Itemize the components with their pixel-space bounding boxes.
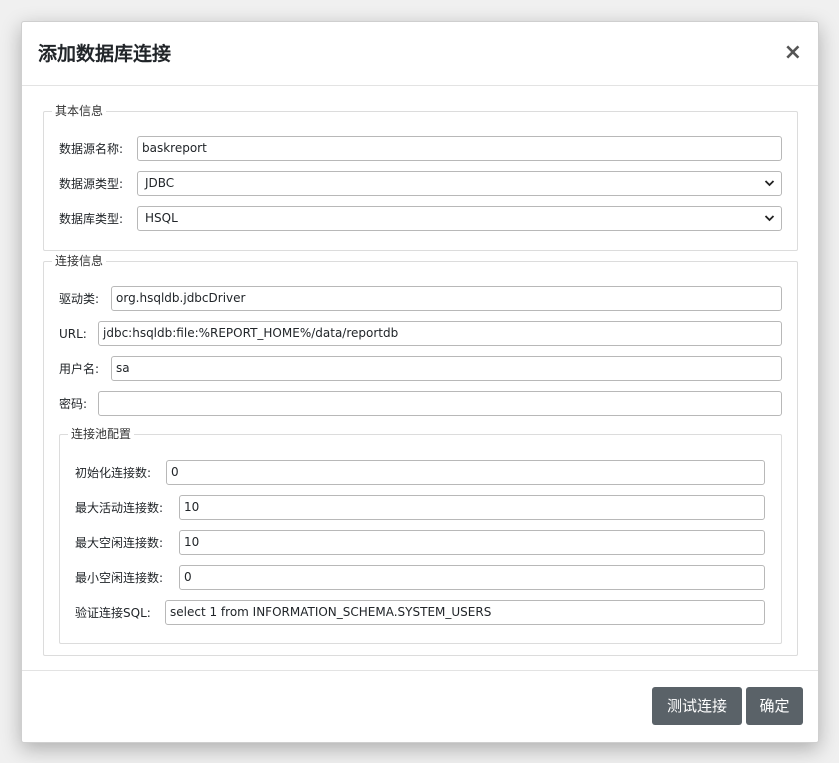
database-type-label: 数据库类型: bbox=[59, 212, 124, 226]
username-row: 用户名: sa bbox=[44, 356, 797, 382]
initial-connections-label: 初始化连接数: bbox=[75, 466, 152, 480]
max-idle-input[interactable]: 10 bbox=[179, 530, 765, 555]
dialog-title: 添加数据库连接 bbox=[38, 43, 172, 65]
connection-info-legend: 连接信息 bbox=[52, 253, 107, 269]
driver-input[interactable]: org.hsqldb.jdbcDriver bbox=[111, 286, 782, 311]
database-type-row: 数据库类型: HSQL bbox=[44, 206, 797, 232]
username-input[interactable]: sa bbox=[111, 356, 782, 381]
datasource-type-value: JDBC bbox=[145, 176, 175, 190]
initial-connections-row: 初始化连接数: 0 bbox=[60, 460, 781, 486]
datasource-name-row: 数据源名称: baskreport bbox=[44, 136, 797, 162]
min-idle-row: 最小空闲连接数: 0 bbox=[60, 565, 781, 591]
chevron-down-icon bbox=[764, 172, 775, 203]
min-idle-label: 最小空闲连接数: bbox=[75, 571, 164, 585]
pool-config-fieldset: 连接池配置 初始化连接数: 0 最大活动连接数: 10 最大空闲连接数: 10 … bbox=[59, 426, 782, 644]
close-icon[interactable]: × bbox=[784, 40, 802, 66]
password-input[interactable] bbox=[98, 391, 782, 416]
driver-label: 驱动类: bbox=[59, 292, 100, 306]
connection-info-fieldset: 连接信息 驱动类: org.hsqldb.jdbcDriver URL: jdb… bbox=[43, 253, 798, 656]
chevron-down-icon bbox=[764, 207, 775, 238]
dialog-footer: 测试连接 确定 bbox=[22, 670, 818, 742]
password-label: 密码: bbox=[59, 397, 88, 411]
pool-config-legend: 连接池配置 bbox=[68, 426, 135, 442]
datasource-type-select[interactable]: JDBC bbox=[137, 171, 782, 196]
validation-sql-label: 验证连接SQL: bbox=[75, 606, 151, 620]
url-row: URL: jdbc:hsqldb:file:%REPORT_HOME%/data… bbox=[44, 321, 797, 347]
max-idle-row: 最大空闲连接数: 10 bbox=[60, 530, 781, 556]
validation-sql-row: 验证连接SQL: select 1 from INFORMATION_SCHEM… bbox=[60, 600, 781, 626]
max-active-input[interactable]: 10 bbox=[179, 495, 765, 520]
database-type-value: HSQL bbox=[145, 211, 178, 225]
confirm-button[interactable]: 确定 bbox=[746, 687, 803, 725]
username-label: 用户名: bbox=[59, 362, 100, 376]
driver-row: 驱动类: org.hsqldb.jdbcDriver bbox=[44, 286, 797, 312]
url-input[interactable]: jdbc:hsqldb:file:%REPORT_HOME%/data/repo… bbox=[98, 321, 782, 346]
basic-info-fieldset: 其本信息 数据源名称: baskreport 数据源类型: JDBC 数据库类型… bbox=[43, 103, 798, 251]
validation-sql-input[interactable]: select 1 from INFORMATION_SCHEMA.SYSTEM_… bbox=[165, 600, 765, 625]
datasource-type-row: 数据源类型: JDBC bbox=[44, 171, 797, 197]
add-database-connection-dialog: 添加数据库连接 × 其本信息 数据源名称: baskreport 数据源类型: … bbox=[21, 21, 819, 743]
datasource-name-input[interactable]: baskreport bbox=[137, 136, 782, 161]
datasource-name-label: 数据源名称: bbox=[59, 142, 124, 156]
max-active-row: 最大活动连接数: 10 bbox=[60, 495, 781, 521]
datasource-type-label: 数据源类型: bbox=[59, 177, 124, 191]
password-row: 密码: bbox=[44, 391, 797, 417]
min-idle-input[interactable]: 0 bbox=[179, 565, 765, 590]
basic-info-legend: 其本信息 bbox=[52, 103, 107, 119]
initial-connections-input[interactable]: 0 bbox=[166, 460, 765, 485]
max-active-label: 最大活动连接数: bbox=[75, 501, 164, 515]
dialog-header: 添加数据库连接 × bbox=[22, 22, 818, 86]
url-label: URL: bbox=[59, 327, 87, 341]
test-connection-button[interactable]: 测试连接 bbox=[652, 687, 742, 725]
max-idle-label: 最大空闲连接数: bbox=[75, 536, 164, 550]
database-type-select[interactable]: HSQL bbox=[137, 206, 782, 231]
